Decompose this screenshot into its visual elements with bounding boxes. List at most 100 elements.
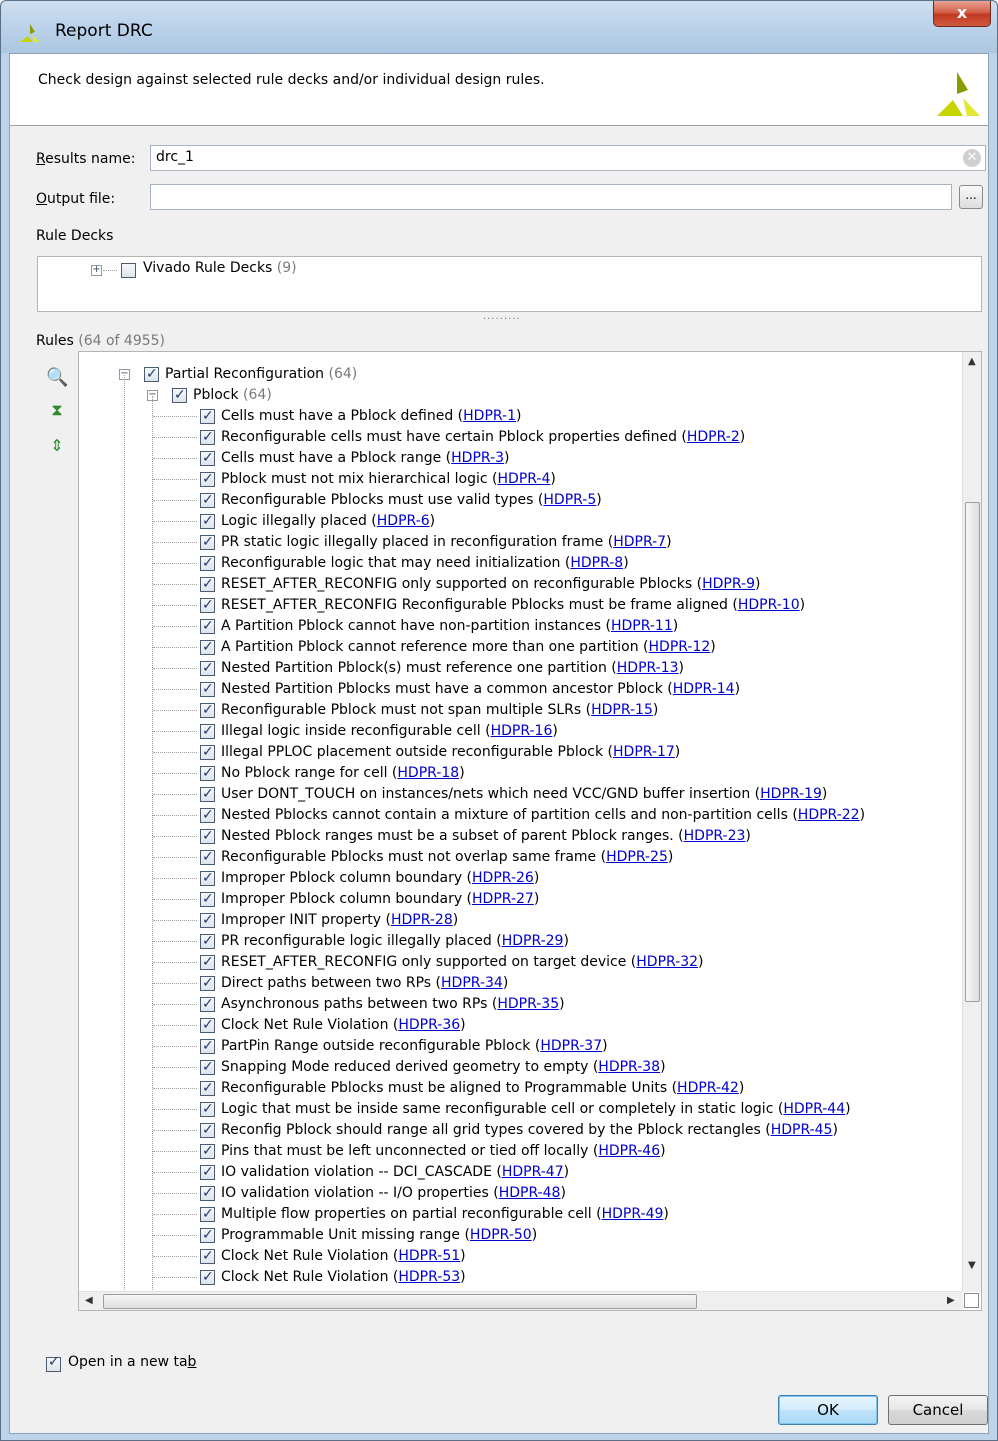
rule-code-link[interactable]: HDPR-47: [502, 1164, 564, 1180]
rule-checkbox[interactable]: [200, 910, 215, 931]
rule-row[interactable]: Clock Net Rule Violation (HDPR-36): [79, 1015, 939, 1036]
rule-checkbox[interactable]: [200, 742, 215, 763]
subgroup-row-pblock[interactable]: − Pblock (64): [79, 385, 939, 406]
rule-checkbox[interactable]: [200, 469, 215, 490]
splitter-handle[interactable]: ·········: [483, 314, 521, 325]
rule-row[interactable]: Clock Net Rule Violation (HDPR-53): [79, 1267, 939, 1288]
rule-code-link[interactable]: HDPR-53: [398, 1269, 460, 1285]
rule-checkbox[interactable]: [200, 994, 215, 1015]
rule-code-link[interactable]: HDPR-6: [377, 513, 430, 529]
open-new-tab-checkbox[interactable]: [46, 1354, 61, 1372]
rule-code-link[interactable]: HDPR-12: [649, 639, 711, 655]
rule-code-link[interactable]: HDPR-45: [771, 1122, 833, 1138]
collapse-all-icon[interactable]: ⧗: [46, 400, 68, 420]
rule-checkbox[interactable]: [200, 1015, 215, 1036]
rule-code-link[interactable]: HDPR-48: [499, 1185, 561, 1201]
rule-row[interactable]: Reconfigurable logic that may need initi…: [79, 553, 939, 574]
rule-row[interactable]: Nested Partition Pblocks must have a com…: [79, 679, 939, 700]
rule-code-link[interactable]: HDPR-44: [783, 1101, 845, 1117]
rule-code-link[interactable]: HDPR-27: [472, 891, 534, 907]
rule-row[interactable]: Nested Partition Pblock(s) must referenc…: [79, 658, 939, 679]
rule-checkbox[interactable]: [200, 700, 215, 721]
rule-code-link[interactable]: HDPR-8: [570, 555, 623, 571]
rule-row[interactable]: Asynchronous paths between two RPs (HDPR…: [79, 994, 939, 1015]
search-icon[interactable]: 🔍: [46, 368, 68, 388]
rule-checkbox[interactable]: [200, 1204, 215, 1225]
rule-row[interactable]: Direct paths between two RPs (HDPR-34): [79, 973, 939, 994]
rule-row[interactable]: Snapping Mode reduced derived geometry t…: [79, 1057, 939, 1078]
rule-row[interactable]: RESET_AFTER_RECONFIG only supported on r…: [79, 574, 939, 595]
rule-row[interactable]: Reconfig Pblock should range all grid ty…: [79, 1120, 939, 1141]
group-row-partial-reconfiguration[interactable]: − Partial Reconfiguration (64): [79, 364, 939, 385]
rule-row[interactable]: Improper INIT property (HDPR-28): [79, 910, 939, 931]
clear-icon[interactable]: ✕: [963, 149, 981, 167]
rule-checkbox[interactable]: [200, 658, 215, 679]
rule-checkbox[interactable]: [200, 574, 215, 595]
rule-row[interactable]: Clock Net Rule Violation (HDPR-51): [79, 1246, 939, 1267]
rule-checkbox[interactable]: [200, 868, 215, 889]
rule-checkbox[interactable]: [200, 931, 215, 952]
rule-code-link[interactable]: HDPR-19: [760, 786, 822, 802]
rule-row[interactable]: A Partition Pblock cannot reference more…: [79, 637, 939, 658]
rule-row[interactable]: Logic that must be inside same reconfigu…: [79, 1099, 939, 1120]
rule-row[interactable]: User DONT_TOUCH on instances/nets which …: [79, 784, 939, 805]
rule-checkbox[interactable]: [200, 1036, 215, 1057]
rule-row[interactable]: Programmable Unit missing range (HDPR-50…: [79, 1225, 939, 1246]
rule-code-link[interactable]: HDPR-7: [613, 534, 666, 550]
rule-code-link[interactable]: HDPR-14: [673, 681, 735, 697]
rule-code-link[interactable]: HDPR-15: [591, 702, 653, 718]
rule-code-link[interactable]: HDPR-50: [470, 1227, 532, 1243]
rule-checkbox[interactable]: [200, 595, 215, 616]
rule-code-link[interactable]: HDPR-37: [540, 1038, 602, 1054]
rule-code-link[interactable]: HDPR-2: [687, 429, 740, 445]
rule-code-link[interactable]: HDPR-38: [598, 1059, 660, 1075]
rule-code-link[interactable]: HDPR-49: [602, 1206, 664, 1222]
scroll-left-icon[interactable]: ◀: [85, 1295, 93, 1306]
output-file-input[interactable]: [150, 184, 952, 210]
scroll-up-icon[interactable]: ▲: [968, 356, 976, 367]
scroll-right-icon[interactable]: ▶: [947, 1295, 955, 1306]
partial-reconfiguration-checkbox[interactable]: [144, 364, 159, 385]
rule-checkbox[interactable]: [200, 1162, 215, 1183]
rule-row[interactable]: IO validation violation -- I/O propertie…: [79, 1183, 939, 1204]
rule-checkbox[interactable]: [200, 805, 215, 826]
rule-checkbox[interactable]: [200, 1057, 215, 1078]
rule-row[interactable]: Logic illegally placed (HDPR-6): [79, 511, 939, 532]
rule-row[interactable]: Reconfigurable Pblock must not span mult…: [79, 700, 939, 721]
expand-all-icon[interactable]: ⇕: [46, 436, 68, 456]
rule-code-link[interactable]: HDPR-1: [463, 408, 516, 424]
rule-checkbox[interactable]: [200, 1246, 215, 1267]
rule-checkbox[interactable]: [200, 616, 215, 637]
rule-code-link[interactable]: HDPR-51: [398, 1248, 460, 1264]
vertical-scrollbar[interactable]: ▲ ▼: [962, 352, 981, 1292]
rule-row[interactable]: Illegal PPLOC placement outside reconfig…: [79, 742, 939, 763]
rule-code-link[interactable]: HDPR-10: [738, 597, 800, 613]
rule-checkbox[interactable]: [200, 1183, 215, 1204]
rule-row[interactable]: Pins that must be left unconnected or ti…: [79, 1141, 939, 1162]
rule-checkbox[interactable]: [200, 847, 215, 868]
rule-checkbox[interactable]: [200, 1120, 215, 1141]
rule-code-link[interactable]: HDPR-36: [398, 1017, 460, 1033]
rule-code-link[interactable]: HDPR-13: [617, 660, 679, 676]
rule-code-link[interactable]: HDPR-26: [472, 870, 534, 886]
rule-checkbox[interactable]: [200, 1267, 215, 1288]
rule-checkbox[interactable]: [200, 448, 215, 469]
rule-checkbox[interactable]: [200, 406, 215, 427]
rule-checkbox[interactable]: [200, 826, 215, 847]
rule-row[interactable]: Improper Pblock column boundary (HDPR-26…: [79, 868, 939, 889]
rule-row[interactable]: RESET_AFTER_RECONFIG only supported on t…: [79, 952, 939, 973]
rule-code-link[interactable]: HDPR-4: [498, 471, 551, 487]
rule-code-link[interactable]: HDPR-29: [502, 933, 564, 949]
rule-code-link[interactable]: HDPR-17: [613, 744, 675, 760]
horizontal-scroll-thumb[interactable]: [103, 1294, 697, 1309]
ok-button[interactable]: OK: [778, 1395, 878, 1425]
rule-row[interactable]: Cells must have a Pblock range (HDPR-3): [79, 448, 939, 469]
rule-row[interactable]: Nested Pblocks cannot contain a mixture …: [79, 805, 939, 826]
rule-row[interactable]: IO validation violation -- DCI_CASCADE (…: [79, 1162, 939, 1183]
rule-checkbox[interactable]: [200, 889, 215, 910]
rule-row[interactable]: No Pblock range for cell (HDPR-18): [79, 763, 939, 784]
close-button[interactable]: x: [933, 1, 991, 27]
results-name-input[interactable]: drc_1: [150, 145, 986, 171]
rule-row[interactable]: Reconfigurable cells must have certain P…: [79, 427, 939, 448]
rule-row[interactable]: Improper Pblock column boundary (HDPR-27…: [79, 889, 939, 910]
